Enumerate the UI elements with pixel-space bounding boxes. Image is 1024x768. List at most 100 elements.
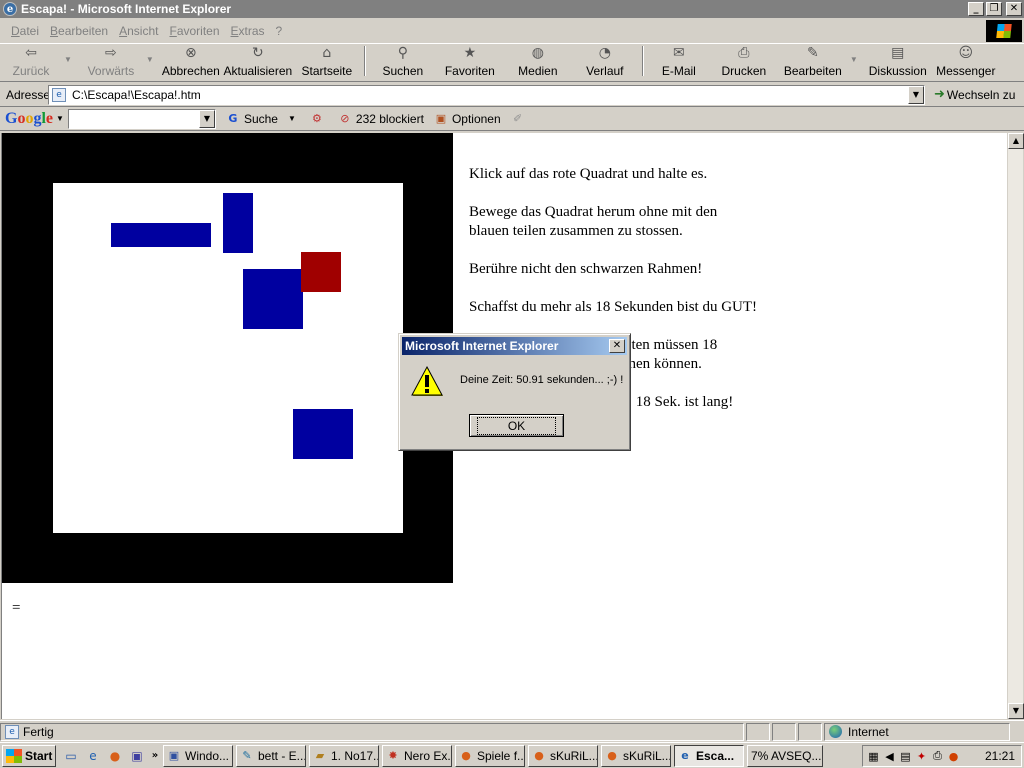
page-icon: e (5, 724, 19, 739)
minimize-button[interactable]: _ (968, 2, 984, 16)
menu-help[interactable]: ? (271, 24, 288, 38)
mail-button[interactable]: ✉ E-Mail (648, 44, 710, 78)
system-tray: ▦ ◀ ▤ ✦ ⎙ ● 21:21 (862, 745, 1022, 767)
scroll-up-button[interactable]: ▲ (1008, 133, 1024, 149)
toolbar-separator (363, 46, 366, 76)
ie-quicklaunch-icon[interactable]: e (84, 747, 102, 765)
star-icon: ★ (463, 45, 477, 61)
menu-favoriten[interactable]: Favoriten (164, 24, 224, 38)
home-icon: ⌂ (322, 45, 332, 61)
home-button[interactable]: ⌂ Startseite (294, 44, 360, 78)
ie-icon: e (681, 749, 689, 762)
media-button[interactable]: ◍ Medien (504, 44, 572, 78)
google-search-button[interactable]: G Suche ▼ (226, 112, 300, 126)
game-frame[interactable] (2, 133, 453, 583)
antivirus-icon[interactable]: ● (947, 749, 960, 763)
display-icon[interactable]: ▤ (899, 749, 912, 763)
google-logo[interactable]: Google (5, 110, 53, 128)
instruction-line: Berühre nicht den schwarzen Rahmen! (469, 261, 703, 277)
menu-ansicht[interactable]: Ansicht (114, 24, 163, 38)
task-button[interactable]: ● sKuRiL... (601, 744, 671, 767)
go-button[interactable]: ➜ Wechseln zu (934, 87, 1015, 102)
game-area (53, 183, 403, 533)
ok-button[interactable]: OK (469, 414, 564, 437)
back-dropdown[interactable]: ▼ (64, 55, 72, 64)
search-button[interactable]: ⚲ Suchen (370, 44, 436, 78)
clock[interactable]: 21:21 (985, 749, 1015, 763)
stop-icon: ⊗ (184, 45, 197, 61)
notepad-icon: ✎ (242, 749, 252, 762)
dialog-close-button[interactable]: ✕ (609, 339, 625, 353)
forward-button[interactable]: ⇨ Vorwärts (78, 44, 144, 78)
task-button-active[interactable]: e Esca... (674, 744, 744, 767)
edit-button[interactable]: ✎ Bearbeiten (778, 44, 848, 78)
red-square[interactable] (301, 252, 341, 292)
task-button[interactable]: 7% AVSEQ... (747, 744, 823, 767)
favorites-button[interactable]: ★ Favoriten (436, 44, 504, 78)
menu-datei[interactable]: Datei (6, 24, 44, 38)
task-button[interactable]: ▰ 1. No17... (309, 744, 379, 767)
stop-button[interactable]: ⊗ Abbrechen (160, 44, 222, 78)
blue-block (111, 223, 211, 247)
show-desktop-icon[interactable]: ▭ (62, 747, 80, 765)
printer-icon: ⎙ (738, 45, 750, 61)
start-button[interactable]: Start (2, 744, 56, 767)
task-button[interactable]: ✸Nero Ex... (382, 744, 452, 767)
messenger-button[interactable]: ☺ Messenger (932, 44, 1000, 78)
address-input[interactable]: e C:\Escapa!\Escapa!.htm ▼ (48, 85, 925, 105)
edit-icon: ✎ (806, 45, 819, 61)
history-button[interactable]: ◔ Verlauf (572, 44, 638, 78)
pagerank-icon: ⚙ (311, 112, 322, 125)
quicklaunch-more-icon[interactable]: » (150, 747, 160, 765)
acrobat-icon[interactable]: ✦ (915, 749, 928, 763)
close-button[interactable]: ✕ (1006, 2, 1022, 16)
task-button[interactable]: ▣ Windo... (163, 744, 233, 767)
back-arrow-icon: ⇦ (25, 45, 37, 61)
windows-flag-icon (996, 24, 1012, 38)
windows-flag-icon (6, 748, 22, 763)
blue-block (223, 193, 253, 253)
globe-icon (829, 725, 842, 738)
volume-icon[interactable]: ◀ (883, 749, 896, 763)
maximize-button[interactable]: ❐ (986, 2, 1002, 16)
pagerank-button[interactable]: ⚙ (310, 112, 328, 126)
printer-tray-icon[interactable]: ⎙ (931, 749, 944, 763)
menu-extras[interactable]: Extras (226, 24, 270, 38)
scroll-down-button[interactable]: ▼ (1008, 703, 1024, 719)
google-search-input[interactable]: ▼ (67, 108, 216, 129)
options-button[interactable]: ▣ Optionen (434, 112, 501, 126)
firefox-icon: ● (534, 749, 544, 762)
search-icon: ⚲ (397, 45, 408, 61)
status-main: e Fertig (0, 722, 744, 741)
refresh-button[interactable]: ↻ Aktualisieren (222, 44, 294, 78)
discuss-button[interactable]: ▤ Diskussion (864, 44, 932, 78)
google-search-dropdown[interactable]: ▼ (198, 109, 215, 128)
task-button[interactable]: ● Spiele f... (455, 744, 525, 767)
print-button[interactable]: ⎙ Drucken (710, 44, 778, 78)
firefox-icon[interactable]: ● (106, 747, 124, 765)
security-zone[interactable]: Internet (824, 722, 1010, 741)
discuss-icon: ▤ (891, 45, 905, 61)
task-button[interactable]: ● sKuRiL... (528, 744, 598, 767)
menu-bearbeiten[interactable]: Bearbeiten (45, 24, 113, 38)
messenger-icon: ☺ (958, 45, 974, 61)
status-bar: e Fertig Internet (0, 720, 1024, 742)
dialog-message: Deine Zeit: 50.91 sekunden... ;-) ! (460, 374, 624, 386)
address-dropdown-button[interactable]: ▼ (908, 86, 924, 104)
highlight-button[interactable]: ✐ (511, 112, 529, 126)
back-button[interactable]: ⇦ Zurück (0, 44, 62, 78)
standard-toolbar: ⇦ Zurück ▼ ⇨ Vorwärts ▼ ⊗ Abbrechen ↻ Aktual… (0, 44, 1024, 82)
google-g-icon: G (228, 112, 238, 125)
task-button[interactable]: ✎ bett - E... (236, 744, 306, 767)
address-value[interactable]: C:\Escapa!\Escapa!.htm (72, 88, 201, 102)
search-dropdown[interactable]: ▼ (288, 114, 296, 123)
save-icon[interactable]: ▣ (128, 747, 146, 765)
vertical-scrollbar[interactable]: ▲ ▼ (1007, 133, 1024, 719)
forward-dropdown[interactable]: ▼ (146, 55, 154, 64)
network-icon[interactable]: ▦ (867, 749, 880, 763)
google-menu-dropdown[interactable]: ▼ (56, 114, 64, 123)
popup-blocker-button[interactable]: ⊘ 232 blockiert (338, 112, 424, 126)
mail-icon: ✉ (672, 45, 685, 61)
edit-dropdown[interactable]: ▼ (850, 55, 858, 64)
status-text: Fertig (23, 724, 54, 739)
